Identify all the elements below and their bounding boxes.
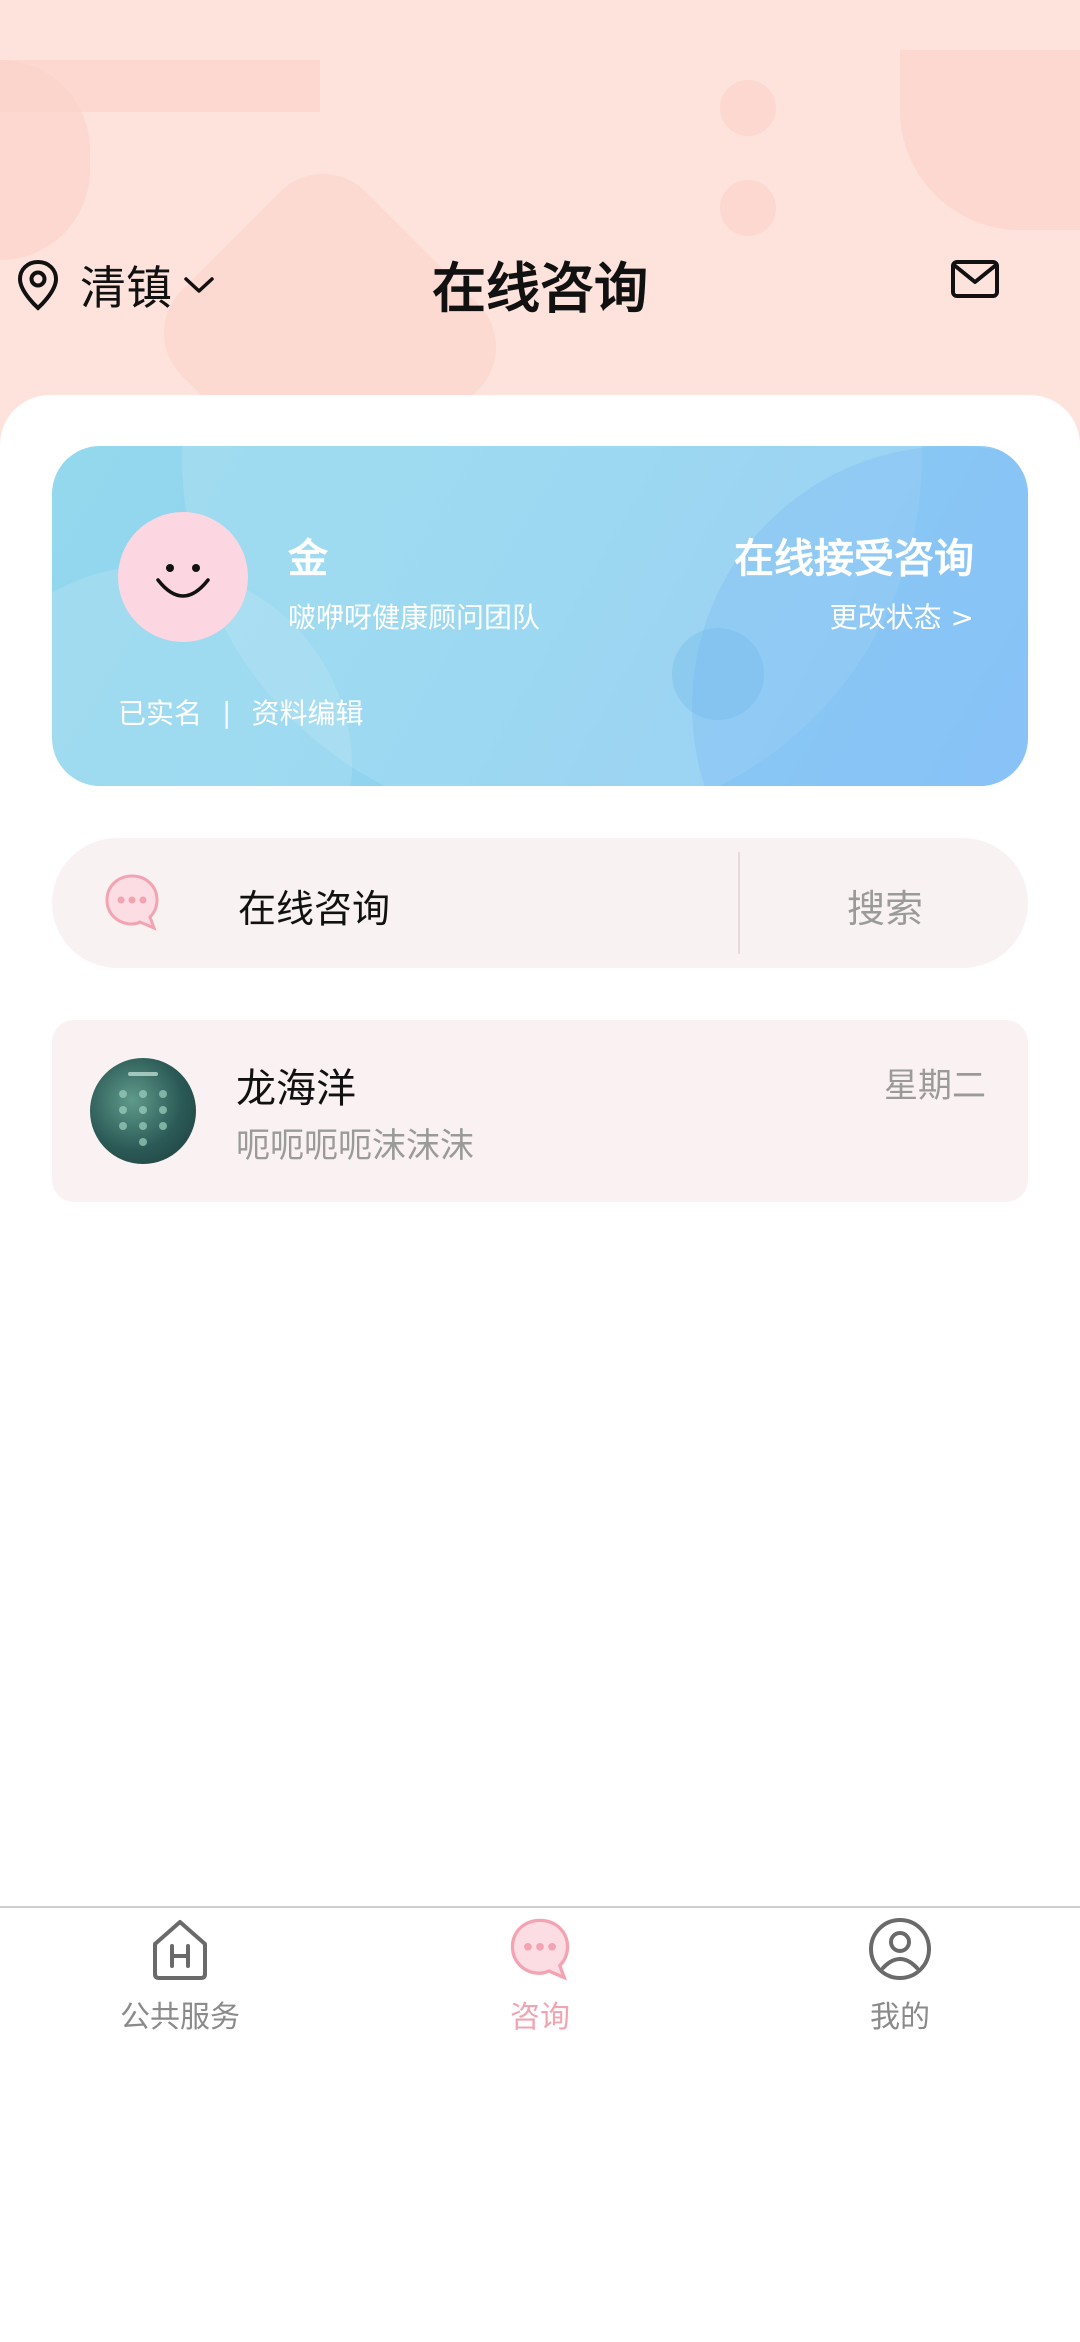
smiley-face-icon xyxy=(156,564,210,598)
message-time: 星期二 xyxy=(884,1066,986,1106)
chat-bubble-icon xyxy=(105,874,159,931)
decor-shape xyxy=(0,60,320,112)
nav-item-consult[interactable]: 咨询 xyxy=(420,1914,660,2036)
chat-icon xyxy=(510,1918,570,1981)
profile-team: 啵咿呀健康顾问团队 xyxy=(288,601,541,634)
decor-shape xyxy=(720,80,776,136)
mail-icon xyxy=(951,260,999,298)
online-status: 在线接受咨询 xyxy=(734,536,974,582)
divider xyxy=(738,852,740,954)
last-message: 呃呃呃呃沫沫沫 xyxy=(236,1126,474,1166)
divider: | xyxy=(222,695,232,729)
edit-profile-link[interactable]: 资料编辑 xyxy=(251,692,363,732)
profile-name: 金 xyxy=(288,536,328,582)
avatar-image xyxy=(119,1072,167,1146)
contact-avatar xyxy=(90,1058,196,1164)
top-header: 清镇 在线咨询 xyxy=(0,240,1080,320)
consult-label: 在线咨询 xyxy=(238,887,391,931)
user-icon xyxy=(869,1918,931,1980)
profile-actions: 已实名 | 资料编辑 xyxy=(118,692,363,732)
nav-item-mine[interactable]: 我的 xyxy=(780,1914,1020,2036)
avatar[interactable] xyxy=(118,512,248,642)
change-status-link[interactable]: 更改状态 > xyxy=(830,596,974,636)
verified-label: 已实名 xyxy=(118,697,203,730)
page-title: 在线咨询 xyxy=(432,257,648,320)
home-icon xyxy=(153,1920,207,1980)
nav-label: 我的 xyxy=(870,2000,930,2035)
nav-label: 公共服务 xyxy=(120,2000,240,2035)
profile-card: 金 啵咿呀健康顾问团队 在线接受咨询 更改状态 > 已实名 | 资料编辑 xyxy=(52,446,1028,786)
consult-search-bar: 在线咨询 搜索 xyxy=(52,838,1028,968)
conversation-row[interactable]: 龙海洋 呃呃呃呃沫沫沫 星期二 xyxy=(52,1020,1028,1202)
search-button[interactable]: 搜索 xyxy=(742,878,1028,933)
decor-shape xyxy=(900,50,1080,230)
bottom-nav: 公共服务 咨询 我的 xyxy=(0,1906,1080,2342)
contact-name: 龙海洋 xyxy=(236,1066,356,1112)
nav-item-public-services[interactable]: 公共服务 xyxy=(60,1914,300,2036)
nav-label: 咨询 xyxy=(510,2000,570,2035)
message-button[interactable] xyxy=(950,258,1000,304)
decor-shape xyxy=(720,180,776,236)
